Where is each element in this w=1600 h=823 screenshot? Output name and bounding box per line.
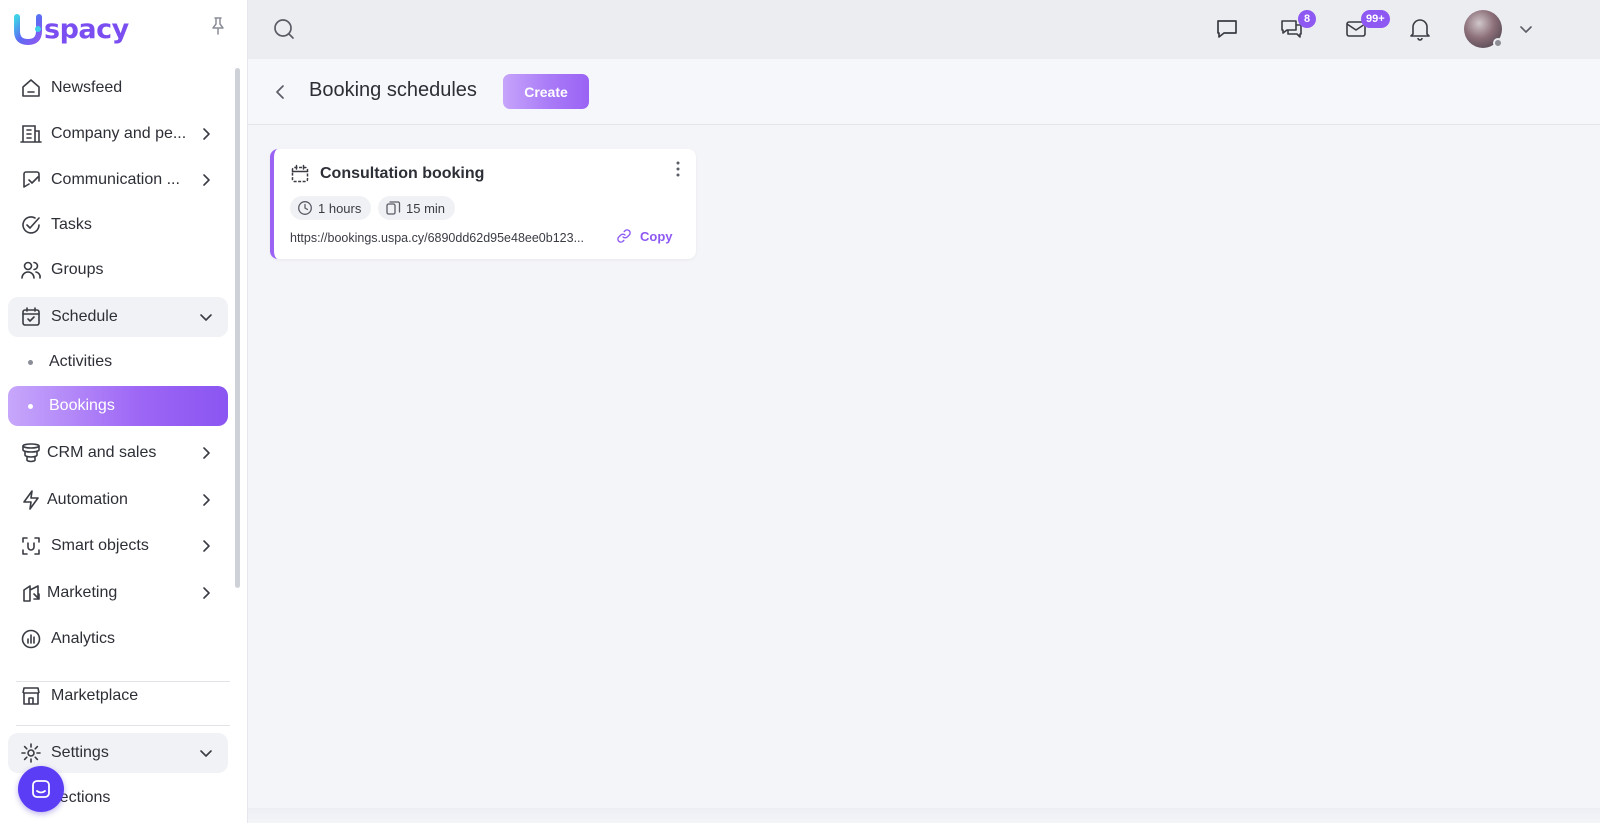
sidebar-scrollbar[interactable]	[235, 68, 240, 588]
support-chat-button[interactable]	[18, 766, 64, 812]
sidebar-item-label: Groups	[51, 261, 104, 278]
sidebar-item-marketplace[interactable]: Marketplace	[8, 676, 228, 716]
calendar-check-icon	[22, 307, 40, 326]
sidebar-item-label: Newsfeed	[51, 79, 123, 96]
logo-mark-icon	[14, 14, 42, 45]
create-button[interactable]: Create	[503, 74, 589, 109]
bullet-dot	[28, 404, 33, 409]
chevron-down-icon	[200, 314, 212, 321]
sidebar-item-communication[interactable]: Communication ...	[8, 160, 228, 200]
sidebar-item-automation[interactable]: Automation	[8, 480, 228, 520]
sidebar-subitem-label: Bookings	[49, 397, 115, 414]
sidebar-item-marketing[interactable]: Marketing	[8, 573, 228, 613]
clock-icon	[298, 201, 312, 215]
top-bar: 8 99+	[248, 0, 1600, 59]
bell-icon[interactable]	[1407, 16, 1433, 42]
copy-link-button[interactable]: Copy	[616, 228, 673, 244]
gear-icon	[21, 743, 41, 763]
copy-label: Copy	[640, 228, 673, 244]
booking-title[interactable]: Consultation booking	[320, 165, 484, 183]
back-arrow-icon[interactable]	[271, 82, 291, 102]
sidebar-item-label: Marketplace	[51, 687, 139, 704]
mail-badge: 99+	[1361, 10, 1390, 28]
sidebar-item-schedule[interactable]: Schedule	[8, 297, 228, 337]
more-vertical-icon[interactable]	[670, 159, 686, 179]
search-icon[interactable]	[272, 17, 296, 41]
calendar-icon	[291, 164, 309, 183]
sidebar-item-label: Tasks	[51, 216, 92, 233]
sidebar-item-newsfeed[interactable]: Newsfeed	[8, 68, 228, 108]
user-avatar[interactable]	[1464, 10, 1503, 48]
store-icon	[22, 687, 40, 705]
chats-badge: 8	[1298, 10, 1316, 28]
sidebar-item-company[interactable]: Company and pe...	[8, 114, 228, 154]
chevron-right-icon	[203, 540, 210, 552]
interval-icon	[386, 201, 401, 215]
funnel-icon	[22, 443, 40, 463]
interval-text: 15 min	[406, 200, 446, 216]
sidebar-item-tasks[interactable]: Tasks	[8, 205, 228, 245]
duration-chip: 1 hours	[290, 196, 372, 220]
building-icon	[20, 125, 42, 143]
interval-chip: 15 min	[378, 196, 456, 220]
sidebar-item-label: Smart objects	[51, 537, 149, 554]
chevron-right-icon	[203, 128, 210, 140]
logo-text: spacy	[44, 13, 129, 45]
sidebar-item-label: Settings	[51, 744, 109, 761]
sidebar-subitem-bookings[interactable]: Bookings	[8, 386, 228, 426]
communication-icon	[23, 171, 40, 188]
chevron-right-icon	[203, 174, 210, 186]
sidebar-item-label: Analytics	[51, 630, 116, 647]
bullet-dot	[28, 360, 33, 365]
sidebar-item-groups[interactable]: Groups	[8, 250, 228, 290]
booking-url[interactable]: https://bookings.uspa.cy/6890dd62d95e48e…	[290, 231, 584, 245]
message-icon[interactable]	[1214, 16, 1240, 42]
smart-object-icon	[22, 537, 40, 555]
lightning-icon	[23, 490, 39, 510]
pin-icon[interactable]	[208, 16, 228, 36]
chevron-down-icon	[200, 750, 212, 757]
page-header: Booking schedules Create	[248, 59, 1600, 125]
duration-text: 1 hours	[318, 200, 362, 216]
chevron-right-icon	[203, 447, 210, 459]
users-icon	[21, 261, 41, 279]
sidebar-divider	[16, 725, 230, 726]
sidebar-item-label: Company and pe...	[51, 125, 187, 142]
sidebar-item-label: Communication ...	[51, 171, 180, 188]
sidebar-item-analytics[interactable]: Analytics	[8, 619, 228, 659]
chat-widget-icon	[32, 780, 50, 798]
marketing-icon	[23, 585, 40, 602]
chevron-right-icon	[203, 494, 210, 506]
sidebar-item-label: Schedule	[51, 308, 118, 325]
page-title: Booking schedules	[309, 79, 477, 101]
sidebar: spacy Newsfeed Company and pe... Communi…	[0, 0, 248, 823]
presence-indicator	[1493, 38, 1503, 48]
bottom-fade	[248, 808, 1600, 823]
sidebar-item-label: Automation	[47, 491, 128, 508]
sidebar-item-label: CRM and sales	[47, 444, 157, 461]
chevron-down-icon[interactable]	[1518, 21, 1534, 37]
check-circle-icon	[22, 216, 40, 234]
sidebar-item-smart-objects[interactable]: Smart objects	[8, 526, 228, 566]
sidebar-item-label: Marketing	[47, 584, 118, 601]
sidebar-subitem-label: Activities	[49, 353, 113, 370]
chevron-right-icon	[203, 587, 210, 599]
sidebar-subitem-activities[interactable]: Activities	[8, 342, 228, 382]
chart-pie-icon	[21, 629, 41, 649]
sidebar-item-crm[interactable]: CRM and sales	[8, 433, 228, 473]
uspacy-logo[interactable]: spacy	[14, 12, 129, 46]
booking-card[interactable]: Consultation booking 1 hours 15 min http…	[270, 149, 696, 259]
link-icon	[617, 229, 631, 243]
home-icon	[22, 79, 40, 97]
